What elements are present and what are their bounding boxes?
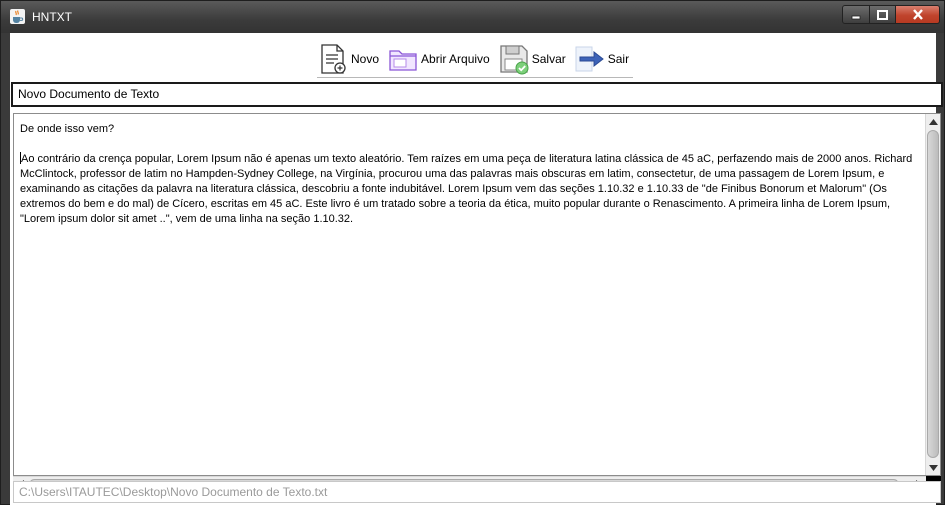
maximize-button[interactable] <box>870 5 896 24</box>
exit-button-label: Sair <box>607 52 630 66</box>
file-path-field[interactable]: C:\Users\ITAUTEC\Desktop\Novo Documento … <box>13 481 941 503</box>
minimize-button[interactable] <box>842 5 870 24</box>
close-icon <box>912 9 923 20</box>
app-window: HNTXT Novo Abrir Arquivo Salvar Sair Nov… <box>0 0 945 505</box>
document-name-field[interactable]: Novo Documento de Texto <box>11 82 943 107</box>
toolbar: Novo Abrir Arquivo Salvar Sair <box>10 33 936 79</box>
exit-arrow-icon <box>575 46 604 72</box>
client-area: Novo Abrir Arquivo Salvar Sair Novo Docu… <box>10 33 943 505</box>
scroll-up-button[interactable] <box>927 114 940 129</box>
java-coffee-icon <box>10 9 25 24</box>
new-button-label: Novo <box>351 52 380 66</box>
save-disk-icon <box>500 45 529 75</box>
vertical-scrollbar[interactable] <box>925 114 940 475</box>
window-controls <box>842 5 940 24</box>
vertical-scroll-thumb[interactable] <box>927 130 939 458</box>
save-button[interactable]: Salvar <box>498 43 566 75</box>
exit-button[interactable]: Sair <box>574 43 629 75</box>
minimize-icon <box>851 15 861 19</box>
text-editor[interactable]: De onde isso vem? Ao contrário da crença… <box>13 113 941 476</box>
close-button[interactable] <box>896 5 940 24</box>
editor-body-text: Ao contrário da crença popular, Lorem Ip… <box>20 153 913 225</box>
scroll-down-button[interactable] <box>927 460 940 475</box>
save-button-label: Salvar <box>531 52 566 66</box>
open-file-button[interactable]: Abrir Arquivo <box>387 43 490 75</box>
open-file-button-label: Abrir Arquivo <box>421 52 490 66</box>
toolbar-buttons: Novo Abrir Arquivo Salvar Sair <box>317 41 634 78</box>
title-bar[interactable]: HNTXT <box>1 1 944 33</box>
open-folder-icon <box>389 50 417 71</box>
maximize-icon <box>877 9 888 20</box>
window-title: HNTXT <box>32 10 72 24</box>
new-button[interactable]: Novo <box>317 43 379 75</box>
editor-content[interactable]: De onde isso vem? Ao contrário da crença… <box>20 122 918 227</box>
editor-heading-line: De onde isso vem? <box>20 123 115 135</box>
new-document-icon <box>321 44 346 74</box>
arrow-down-icon <box>929 464 938 471</box>
arrow-up-icon <box>929 118 938 125</box>
